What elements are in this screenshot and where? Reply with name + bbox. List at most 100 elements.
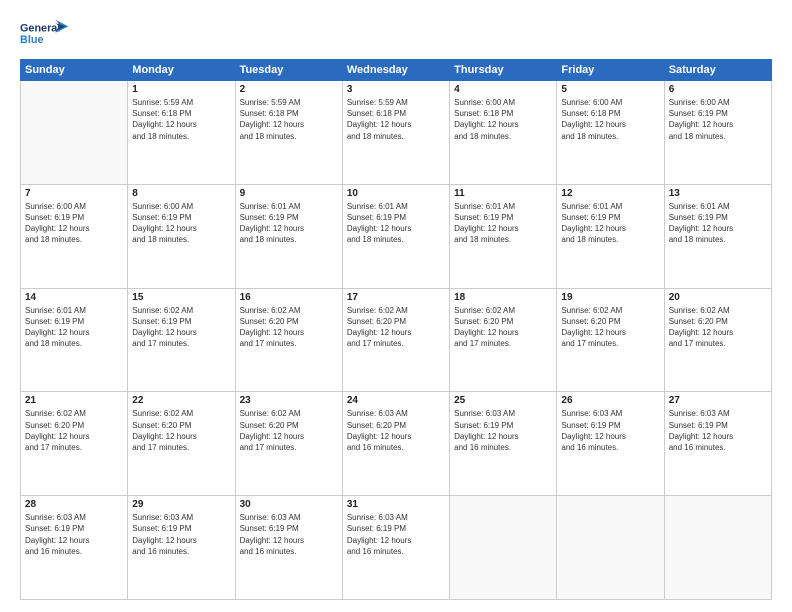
day-info: Sunrise: 6:01 AMSunset: 6:19 PMDaylight:…: [669, 201, 767, 246]
day-number: 7: [25, 188, 123, 199]
day-info: Sunrise: 6:02 AMSunset: 6:20 PMDaylight:…: [669, 305, 767, 350]
day-number: 27: [669, 395, 767, 406]
day-number: 29: [132, 499, 230, 510]
day-info: Sunrise: 6:03 AMSunset: 6:19 PMDaylight:…: [454, 408, 552, 453]
calendar-cell: 26 Sunrise: 6:03 AMSunset: 6:19 PMDayligh…: [557, 392, 664, 496]
calendar-week-1: 1 Sunrise: 5:59 AMSunset: 6:18 PMDaylight…: [21, 81, 772, 185]
calendar-cell: 14 Sunrise: 6:01 AMSunset: 6:19 PMDayligh…: [21, 288, 128, 392]
day-info: Sunrise: 6:03 AMSunset: 6:19 PMDaylight:…: [561, 408, 659, 453]
day-info: Sunrise: 6:02 AMSunset: 6:19 PMDaylight:…: [132, 305, 230, 350]
day-info: Sunrise: 6:02 AMSunset: 6:20 PMDaylight:…: [240, 305, 338, 350]
calendar-cell: 28Sunrise: 6:03 AMSunset: 6:19 PMDayligh…: [21, 496, 128, 600]
day-info: Sunrise: 6:03 AMSunset: 6:19 PMDaylight:…: [240, 512, 338, 557]
weekday-header-saturday: Saturday: [664, 60, 771, 81]
day-info: Sunrise: 6:01 AMSunset: 6:19 PMDaylight:…: [25, 305, 123, 350]
calendar-cell: 17Sunrise: 6:02 AMSunset: 6:20 PMDayligh…: [342, 288, 449, 392]
weekday-header-wednesday: Wednesday: [342, 60, 449, 81]
day-number: 9: [240, 188, 338, 199]
day-info: Sunrise: 5:59 AMSunset: 6:18 PMDaylight:…: [132, 97, 230, 142]
day-info: Sunrise: 5:59 AMSunset: 6:18 PMDaylight:…: [347, 97, 445, 142]
weekday-header-thursday: Thursday: [450, 60, 557, 81]
day-number: 25: [454, 395, 552, 406]
day-info: Sunrise: 6:03 AMSunset: 6:19 PMDaylight:…: [347, 512, 445, 557]
day-number: 22: [132, 395, 230, 406]
calendar-cell: 3 Sunrise: 5:59 AMSunset: 6:18 PMDaylight…: [342, 81, 449, 185]
calendar-cell: 4 Sunrise: 6:00 AMSunset: 6:18 PMDaylight…: [450, 81, 557, 185]
day-info: Sunrise: 6:01 AMSunset: 6:19 PMDaylight:…: [561, 201, 659, 246]
weekday-header-monday: Monday: [128, 60, 235, 81]
day-number: 23: [240, 395, 338, 406]
calendar-week-4: 21 Sunrise: 6:02 AMSunset: 6:20 PMDayligh…: [21, 392, 772, 496]
calendar-table: SundayMondayTuesdayWednesdayThursdayFrid…: [20, 59, 772, 600]
day-info: Sunrise: 6:01 AMSunset: 6:19 PMDaylight:…: [240, 201, 338, 246]
day-info: Sunrise: 6:01 AMSunset: 6:19 PMDaylight:…: [454, 201, 552, 246]
svg-text:General: General: [20, 22, 60, 34]
day-number: 30: [240, 499, 338, 510]
day-number: 21: [25, 395, 123, 406]
day-number: 11: [454, 188, 552, 199]
calendar-cell: 25 Sunrise: 6:03 AMSunset: 6:19 PMDayligh…: [450, 392, 557, 496]
header: General Blue: [20, 18, 772, 53]
calendar-cell: 24Sunrise: 6:03 AMSunset: 6:20 PMDayligh…: [342, 392, 449, 496]
calendar-cell: 8Sunrise: 6:00 AMSunset: 6:19 PMDaylight…: [128, 184, 235, 288]
calendar-cell: 2Sunrise: 5:59 AMSunset: 6:18 PMDaylight…: [235, 81, 342, 185]
day-info: Sunrise: 6:03 AMSunset: 6:19 PMDaylight:…: [25, 512, 123, 557]
day-number: 5: [561, 84, 659, 95]
weekday-header-friday: Friday: [557, 60, 664, 81]
calendar-cell: 12Sunrise: 6:01 AMSunset: 6:19 PMDayligh…: [557, 184, 664, 288]
weekday-header-row: SundayMondayTuesdayWednesdayThursdayFrid…: [21, 60, 772, 81]
weekday-header-sunday: Sunday: [21, 60, 128, 81]
day-info: Sunrise: 6:00 AMSunset: 6:19 PMDaylight:…: [25, 201, 123, 246]
calendar-cell: 10Sunrise: 6:01 AMSunset: 6:19 PMDayligh…: [342, 184, 449, 288]
calendar-cell: 23 Sunrise: 6:02 AMSunset: 6:20 PMDayligh…: [235, 392, 342, 496]
calendar-cell: 9 Sunrise: 6:01 AMSunset: 6:19 PMDaylight…: [235, 184, 342, 288]
day-number: 14: [25, 292, 123, 303]
day-info: Sunrise: 6:03 AMSunset: 6:19 PMDaylight:…: [132, 512, 230, 557]
calendar-cell: 11 Sunrise: 6:01 AMSunset: 6:19 PMDayligh…: [450, 184, 557, 288]
day-number: 19: [561, 292, 659, 303]
day-number: 3: [347, 84, 445, 95]
calendar-cell: 21Sunrise: 6:02 AMSunset: 6:20 PMDayligh…: [21, 392, 128, 496]
day-number: 6: [669, 84, 767, 95]
day-info: Sunrise: 6:00 AMSunset: 6:18 PMDaylight:…: [561, 97, 659, 142]
calendar-cell: 31 Sunrise: 6:03 AMSunset: 6:19 PMDayligh…: [342, 496, 449, 600]
calendar-cell: 30 Sunrise: 6:03 AMSunset: 6:19 PMDayligh…: [235, 496, 342, 600]
calendar-cell: 19Sunrise: 6:02 AMSunset: 6:20 PMDayligh…: [557, 288, 664, 392]
day-number: 8: [132, 188, 230, 199]
day-number: 13: [669, 188, 767, 199]
calendar-week-3: 14 Sunrise: 6:01 AMSunset: 6:19 PMDayligh…: [21, 288, 772, 392]
day-number: 26: [561, 395, 659, 406]
page: General Blue SundayMondayTuesdayWednesda…: [0, 0, 792, 612]
calendar-cell: 6 Sunrise: 6:00 AMSunset: 6:19 PMDaylight…: [664, 81, 771, 185]
calendar-cell: 1 Sunrise: 5:59 AMSunset: 6:18 PMDaylight…: [128, 81, 235, 185]
calendar-cell: [450, 496, 557, 600]
calendar-cell: 13 Sunrise: 6:01 AMSunset: 6:19 PMDayligh…: [664, 184, 771, 288]
logo-icon: General Blue: [20, 18, 70, 53]
day-number: 24: [347, 395, 445, 406]
day-info: Sunrise: 6:00 AMSunset: 6:18 PMDaylight:…: [454, 97, 552, 142]
day-number: 1: [132, 84, 230, 95]
calendar-cell: 16 Sunrise: 6:02 AMSunset: 6:20 PMDayligh…: [235, 288, 342, 392]
day-number: 16: [240, 292, 338, 303]
day-info: Sunrise: 6:02 AMSunset: 6:20 PMDaylight:…: [454, 305, 552, 350]
calendar-cell: [557, 496, 664, 600]
day-number: 4: [454, 84, 552, 95]
day-number: 17: [347, 292, 445, 303]
day-info: Sunrise: 6:00 AMSunset: 6:19 PMDaylight:…: [669, 97, 767, 142]
calendar-cell: 5 Sunrise: 6:00 AMSunset: 6:18 PMDaylight…: [557, 81, 664, 185]
calendar-cell: 27Sunrise: 6:03 AMSunset: 6:19 PMDayligh…: [664, 392, 771, 496]
day-number: 15: [132, 292, 230, 303]
day-number: 31: [347, 499, 445, 510]
day-number: 18: [454, 292, 552, 303]
day-info: Sunrise: 6:02 AMSunset: 6:20 PMDaylight:…: [240, 408, 338, 453]
day-number: 20: [669, 292, 767, 303]
calendar-cell: 15 Sunrise: 6:02 AMSunset: 6:19 PMDayligh…: [128, 288, 235, 392]
calendar-cell: [664, 496, 771, 600]
day-number: 2: [240, 84, 338, 95]
calendar-cell: 7 Sunrise: 6:00 AMSunset: 6:19 PMDaylight…: [21, 184, 128, 288]
calendar-cell: 20 Sunrise: 6:02 AMSunset: 6:20 PMDayligh…: [664, 288, 771, 392]
calendar-cell: 22Sunrise: 6:02 AMSunset: 6:20 PMDayligh…: [128, 392, 235, 496]
logo: General Blue: [20, 18, 70, 53]
day-info: Sunrise: 6:01 AMSunset: 6:19 PMDaylight:…: [347, 201, 445, 246]
calendar-cell: 18 Sunrise: 6:02 AMSunset: 6:20 PMDayligh…: [450, 288, 557, 392]
